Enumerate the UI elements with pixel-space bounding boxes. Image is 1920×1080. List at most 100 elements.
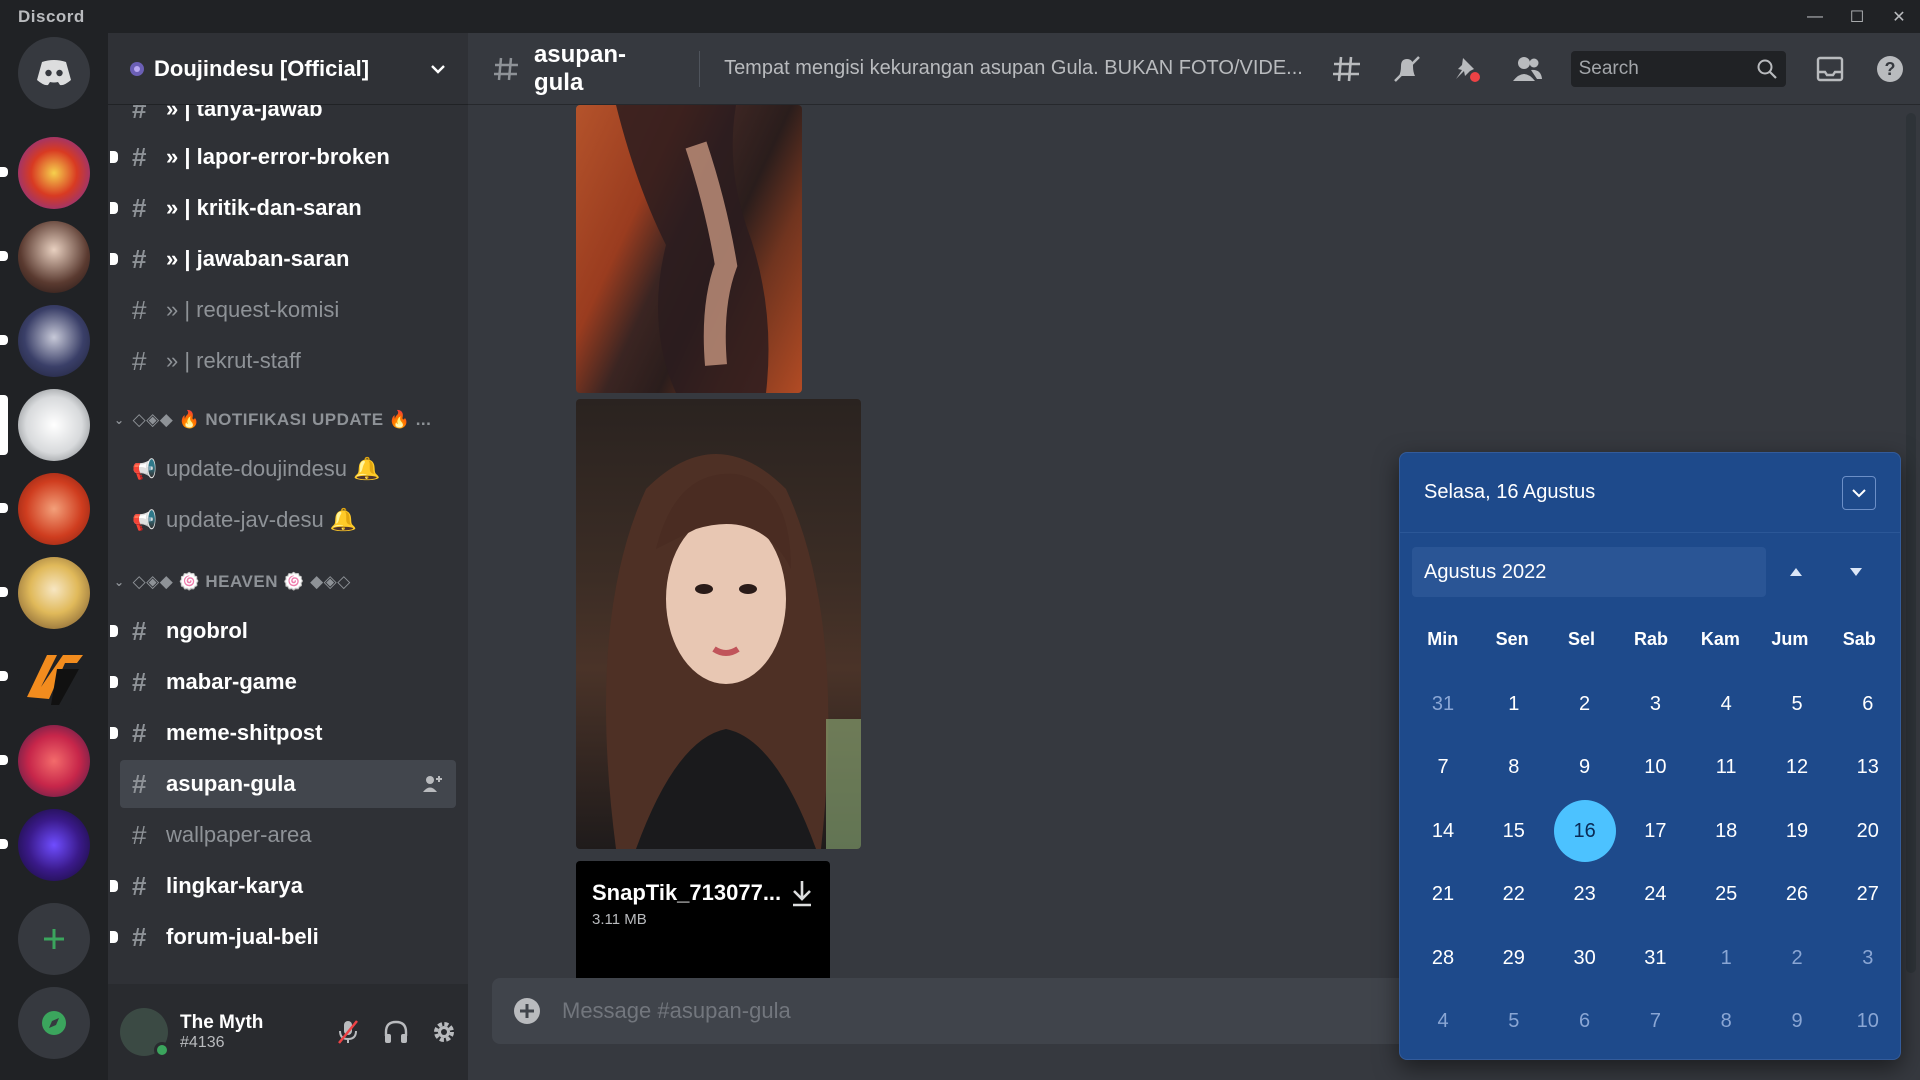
server-icon-9[interactable] [0, 809, 90, 881]
add-server-button[interactable] [18, 903, 90, 975]
calendar-day[interactable]: 31 [1624, 927, 1686, 989]
calendar-day[interactable]: 15 [1483, 800, 1545, 862]
channel-item[interactable]: #» | kritik-dan-saran [110, 184, 456, 232]
mute-button[interactable] [324, 1008, 372, 1056]
image-attachment[interactable] [576, 105, 802, 393]
calendar-day[interactable]: 4 [1412, 991, 1474, 1053]
calendar-day[interactable]: 18 [1695, 800, 1757, 862]
calendar-day[interactable]: 6 [1837, 673, 1899, 735]
channel-item[interactable]: # ngobrol [110, 607, 456, 655]
calendar-day[interactable]: 7 [1412, 737, 1474, 799]
channel-item-active[interactable]: # asupan-gula [120, 760, 456, 808]
calendar-day[interactable]: 26 [1766, 864, 1828, 926]
calendar-day[interactable]: 3 [1624, 673, 1686, 735]
calendar-day[interactable]: 9 [1554, 737, 1616, 799]
channel-item[interactable]: #» | lapor-error-broken [110, 133, 456, 181]
calendar-day[interactable]: 25 [1695, 864, 1757, 926]
server-icon-6[interactable] [0, 557, 90, 629]
hash-icon: # [132, 243, 147, 274]
image-attachment[interactable] [576, 399, 861, 849]
channel-item[interactable]: #giveaway [120, 964, 456, 967]
add-member-icon[interactable] [422, 774, 444, 794]
calendar-day[interactable]: 1 [1483, 673, 1545, 735]
channel-topic[interactable]: Tempat mengisi kekurangan asupan Gula. B… [724, 57, 1309, 80]
deafen-button[interactable] [372, 1008, 420, 1056]
calendar-day[interactable]: 30 [1554, 927, 1616, 989]
channel-item[interactable]: # wallpaper-area [120, 811, 456, 859]
calendar-day[interactable]: 22 [1483, 864, 1545, 926]
calendar-day[interactable]: 10 [1624, 737, 1686, 799]
category-heaven[interactable]: ⌄ ◇◈◆ 🍥 HEAVEN 🍥 ◆◈◇ [114, 566, 464, 598]
calendar-day[interactable]: 3 [1837, 927, 1899, 989]
explore-servers-button[interactable] [18, 987, 90, 1059]
server-icon-4[interactable] [0, 389, 90, 461]
channel-item[interactable]: #» | rekrut-staff [120, 337, 456, 385]
calendar-day[interactable]: 28 [1412, 927, 1474, 989]
calendar-day[interactable]: 21 [1412, 864, 1474, 926]
calendar-day[interactable]: 11 [1695, 737, 1757, 799]
calendar-day[interactable]: 16 [1553, 800, 1616, 862]
scrollbar[interactable] [1906, 113, 1916, 973]
calendar-day[interactable]: 13 [1837, 737, 1899, 799]
announcement-channel-item[interactable]: 📢 update-doujindesu 🔔 [120, 445, 456, 493]
threads-button[interactable] [1317, 54, 1377, 84]
calendar-day[interactable]: 8 [1483, 737, 1545, 799]
home-button[interactable] [18, 37, 90, 109]
calendar-day[interactable]: 12 [1766, 737, 1828, 799]
month-year-button[interactable]: Agustus 2022 [1412, 547, 1766, 597]
calendar-day[interactable]: 27 [1837, 864, 1899, 926]
calendar-day[interactable]: 19 [1766, 800, 1828, 862]
member-list-button[interactable] [1497, 55, 1557, 83]
server-icon-2[interactable] [0, 221, 90, 293]
server-icon-1[interactable] [0, 137, 90, 209]
category-notifikasi-update[interactable]: ⌄ ◇◈◆ 🔥 NOTIFIKASI UPDATE 🔥 ... [114, 404, 464, 436]
calendar-day[interactable]: 9 [1766, 991, 1828, 1053]
close-icon[interactable]: ✕ [1878, 0, 1920, 33]
channel-item[interactable]: #» | request-komisi [120, 286, 456, 334]
server-icon-5[interactable] [0, 473, 90, 545]
calendar-day[interactable]: 6 [1554, 991, 1616, 1053]
announcement-channel-item[interactable]: 📢 update-jav-desu 🔔 [120, 496, 456, 544]
calendar-day[interactable]: 23 [1554, 864, 1616, 926]
channel-item[interactable]: # forum-jual-beli [110, 913, 456, 961]
channel-item[interactable]: # mabar-game [110, 658, 456, 706]
calendar-collapse-button[interactable] [1842, 475, 1876, 510]
server-icon-7[interactable] [0, 641, 90, 713]
calendar-day[interactable]: 14 [1412, 800, 1474, 862]
calendar-day[interactable]: 2 [1554, 673, 1616, 735]
avatar[interactable] [120, 1008, 170, 1058]
server-icon-8[interactable] [0, 725, 90, 797]
calendar-day[interactable]: 24 [1624, 864, 1686, 926]
calendar-day[interactable]: 8 [1695, 991, 1757, 1053]
download-icon[interactable] [790, 879, 814, 907]
server-icon-3[interactable] [0, 305, 90, 377]
pinned-messages-button[interactable] [1437, 54, 1497, 84]
calendar-day[interactable]: 1 [1695, 927, 1757, 989]
notification-settings-button[interactable] [1377, 54, 1437, 84]
maximize-icon[interactable]: ☐ [1836, 0, 1878, 33]
calendar-day[interactable]: 29 [1483, 927, 1545, 989]
calendar-day[interactable]: 5 [1483, 991, 1545, 1053]
calendar-day[interactable]: 2 [1766, 927, 1828, 989]
server-header[interactable]: Doujindesu [Official] [108, 33, 468, 105]
channel-item[interactable]: # lingkar-karya [110, 862, 456, 910]
user-info[interactable]: The Myth #4136 [180, 1012, 324, 1052]
add-attachment-icon[interactable] [512, 996, 542, 1026]
calendar-day[interactable]: 17 [1624, 800, 1686, 862]
minimize-icon[interactable]: — [1794, 0, 1836, 33]
channel-item[interactable]: #» | jawaban-saran [110, 235, 456, 283]
previous-month-button[interactable] [1766, 547, 1826, 597]
help-button[interactable]: ? [1860, 54, 1920, 84]
next-month-button[interactable] [1826, 547, 1886, 597]
search-input[interactable]: Search [1570, 50, 1787, 87]
calendar-day[interactable]: 20 [1837, 800, 1899, 862]
calendar-day[interactable]: 4 [1695, 673, 1757, 735]
calendar-day[interactable]: 5 [1766, 673, 1828, 735]
user-settings-button[interactable] [420, 1008, 468, 1056]
calendar-day[interactable]: 31 [1412, 673, 1474, 735]
calendar-day[interactable]: 7 [1624, 991, 1686, 1053]
calendar-day[interactable]: 10 [1837, 991, 1899, 1053]
channel-item[interactable]: #» | tanya-jawab [120, 105, 456, 133]
channel-item[interactable]: # meme-shitpost [110, 709, 456, 757]
inbox-button[interactable] [1800, 56, 1860, 82]
